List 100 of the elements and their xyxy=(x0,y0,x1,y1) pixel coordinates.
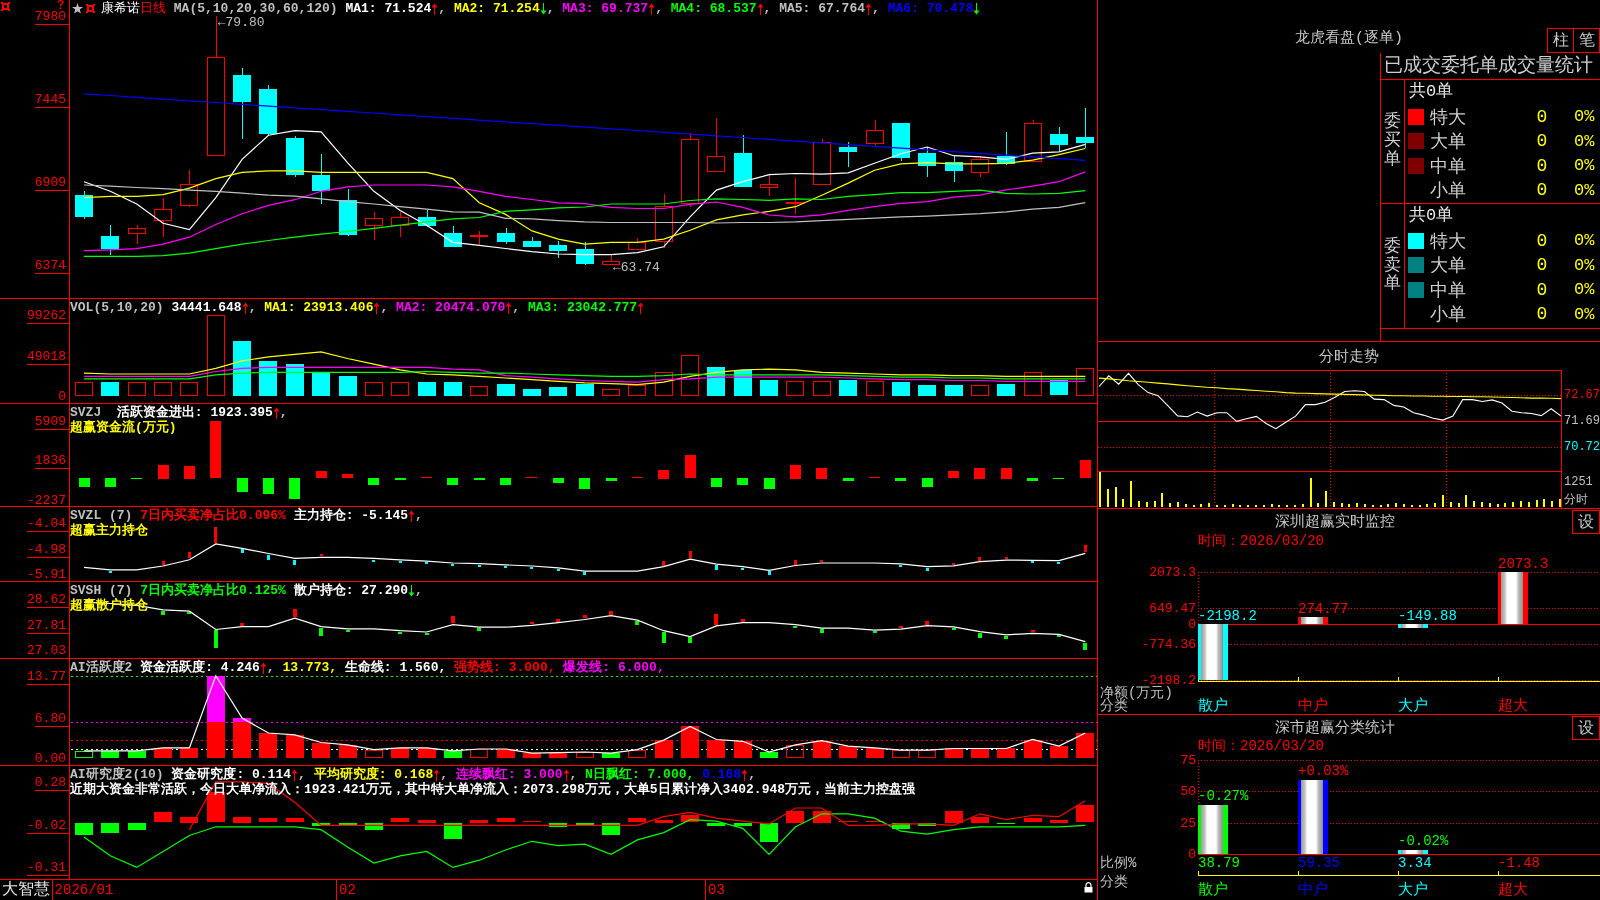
category-label: 超大 xyxy=(1498,881,1528,899)
legend-text: 平均研究度: 0.168 xyxy=(312,767,434,782)
value-label: 274.77 xyxy=(1298,601,1349,617)
axis-title: 分类 xyxy=(1100,698,1128,714)
legend-text: , xyxy=(872,1,880,16)
axis-label: 49018 xyxy=(27,348,66,364)
date-label: 02 xyxy=(339,882,356,898)
value-label: 59.35 xyxy=(1298,855,1340,871)
change-label: +0.03% xyxy=(1298,763,1349,779)
order-count: 0 xyxy=(1536,304,1548,325)
axis-label: -4.98 xyxy=(27,541,66,557)
axis-title: 比例% xyxy=(1100,855,1137,871)
order-share: 0% xyxy=(1573,280,1596,300)
legend-text: 活跃资金进出: 1923.395 xyxy=(115,405,273,420)
legend-text: , xyxy=(438,1,447,16)
legend-text: AI研究度2(10) xyxy=(70,767,164,782)
axis-label: 71.69 xyxy=(1564,414,1600,429)
axis-label: 0.00 xyxy=(34,750,66,766)
axis-label: -5.91 xyxy=(27,566,66,582)
axis-label: 72.67 xyxy=(1564,388,1600,403)
legend-text: 资金活跃度: 4.246 xyxy=(139,660,260,675)
value-label: 38.79 xyxy=(1198,855,1240,871)
axis-label: -4.04 xyxy=(27,515,66,531)
legend-text: MA1: 71.524 xyxy=(344,1,432,16)
legend-text: , xyxy=(440,767,449,782)
legend-text: 散户持仓: 27.290 xyxy=(292,583,409,598)
legend-text: , xyxy=(546,1,555,16)
legend-text: MA2: 71.254 xyxy=(452,1,540,16)
axis-label: 0 xyxy=(1188,617,1196,632)
legend-text: 资金研究度: 0.114 xyxy=(170,767,292,782)
legend-text: MA6: 70.478 xyxy=(886,1,974,16)
legend-text: MA4: 68.537 xyxy=(669,1,757,16)
price-annotation: ←63.74 xyxy=(613,260,660,276)
order-count: 0 xyxy=(1536,279,1548,300)
order-size-label: 中单 xyxy=(1430,155,1467,178)
legend-text: MA3: 69.737 xyxy=(561,1,649,16)
axis-label: -2237 xyxy=(27,492,66,507)
legend-text: MA5: 67.764 xyxy=(778,1,865,16)
axis-label: 27.81 xyxy=(27,617,66,633)
value-label: 3.34 xyxy=(1398,855,1432,871)
category-label: 大户 xyxy=(1398,697,1428,714)
legend-text: 7日内买卖净占比0.125% xyxy=(139,583,286,598)
brand-name: 大智慧 xyxy=(2,880,50,900)
order-share: 0% xyxy=(1573,231,1596,251)
axis-label: 6909 xyxy=(34,174,66,190)
legend-text: , xyxy=(763,1,772,16)
legend-text: N日飘红: 7.000, xyxy=(584,767,695,782)
legend-text: , xyxy=(655,1,663,16)
category-label: 中户 xyxy=(1298,881,1328,899)
order-count: 0 xyxy=(1536,131,1548,152)
section-title: 深圳超赢实时监控 xyxy=(1274,512,1396,533)
legend-text: 13.773, xyxy=(281,660,338,675)
order-count: 0 xyxy=(1536,106,1548,127)
stock-name: 康希诺 xyxy=(101,1,140,16)
legend-text: SVZL (7) xyxy=(70,508,133,523)
legend-text: 超赢主力持仓 xyxy=(70,523,148,538)
order-share: 0% xyxy=(1573,180,1596,200)
legend-text: 34441.648 xyxy=(170,300,242,315)
axis-label: 0 xyxy=(1188,847,1196,862)
axis-label: 0 xyxy=(58,388,66,404)
date-label: 2026/01 xyxy=(54,882,114,898)
axis-label: 7445 xyxy=(34,91,66,107)
axis-label: 6.80 xyxy=(34,710,66,726)
value-label: -1.48 xyxy=(1498,855,1540,871)
legend-text: 生命线: 1.560, xyxy=(343,660,447,675)
legend-text: SVZJ xyxy=(70,405,102,420)
volume-scale-label: 1251 xyxy=(1564,475,1593,489)
legend-text: , xyxy=(380,300,389,315)
axis-label: 27.03 xyxy=(27,642,66,658)
value-label: -2198.2 xyxy=(1198,608,1257,624)
order-size-label: 小单 xyxy=(1430,180,1467,203)
legend-text: , xyxy=(569,767,578,782)
legend-text: , xyxy=(415,583,423,598)
group-label: 委卖单 xyxy=(1384,237,1401,295)
legend-text: 爆发线: 6.000, xyxy=(562,660,665,675)
order-size-label: 小单 xyxy=(1430,304,1467,327)
timestamp: 时间：2026/03/20 xyxy=(1197,739,1325,753)
axis-title: 分类 xyxy=(1100,874,1128,890)
axis-label: 649.47 xyxy=(1149,601,1196,616)
legend-text: , xyxy=(298,767,306,782)
legend-text: 强势线: 3.000, xyxy=(453,660,556,675)
period-label: 日线 xyxy=(140,1,166,16)
axis-label: 50 xyxy=(1180,784,1196,799)
order-share: 0% xyxy=(1573,156,1596,176)
order-share: 0% xyxy=(1573,131,1596,151)
order-count: 0 xyxy=(1536,230,1548,251)
legend-text: , xyxy=(248,300,257,315)
axis-label: 2073.3 xyxy=(1149,565,1196,580)
change-label: -0.02% xyxy=(1398,833,1449,849)
legend-text: 0.168 xyxy=(701,767,742,782)
legend-text: VOL(5,10,20) xyxy=(70,300,164,315)
legend-text: MA3: 23042.777 xyxy=(526,300,638,315)
order-count: 0 xyxy=(1536,255,1548,276)
date-label: 03 xyxy=(708,882,725,898)
axis-label: 75 xyxy=(1180,753,1196,768)
order-size-label: 大单 xyxy=(1430,131,1467,154)
order-share: 0% xyxy=(1573,304,1596,324)
legend-text: SVSH (7) xyxy=(70,583,133,598)
axis-label: 13.77 xyxy=(27,668,66,684)
timestamp: 时间：2026/03/20 xyxy=(1197,534,1325,549)
